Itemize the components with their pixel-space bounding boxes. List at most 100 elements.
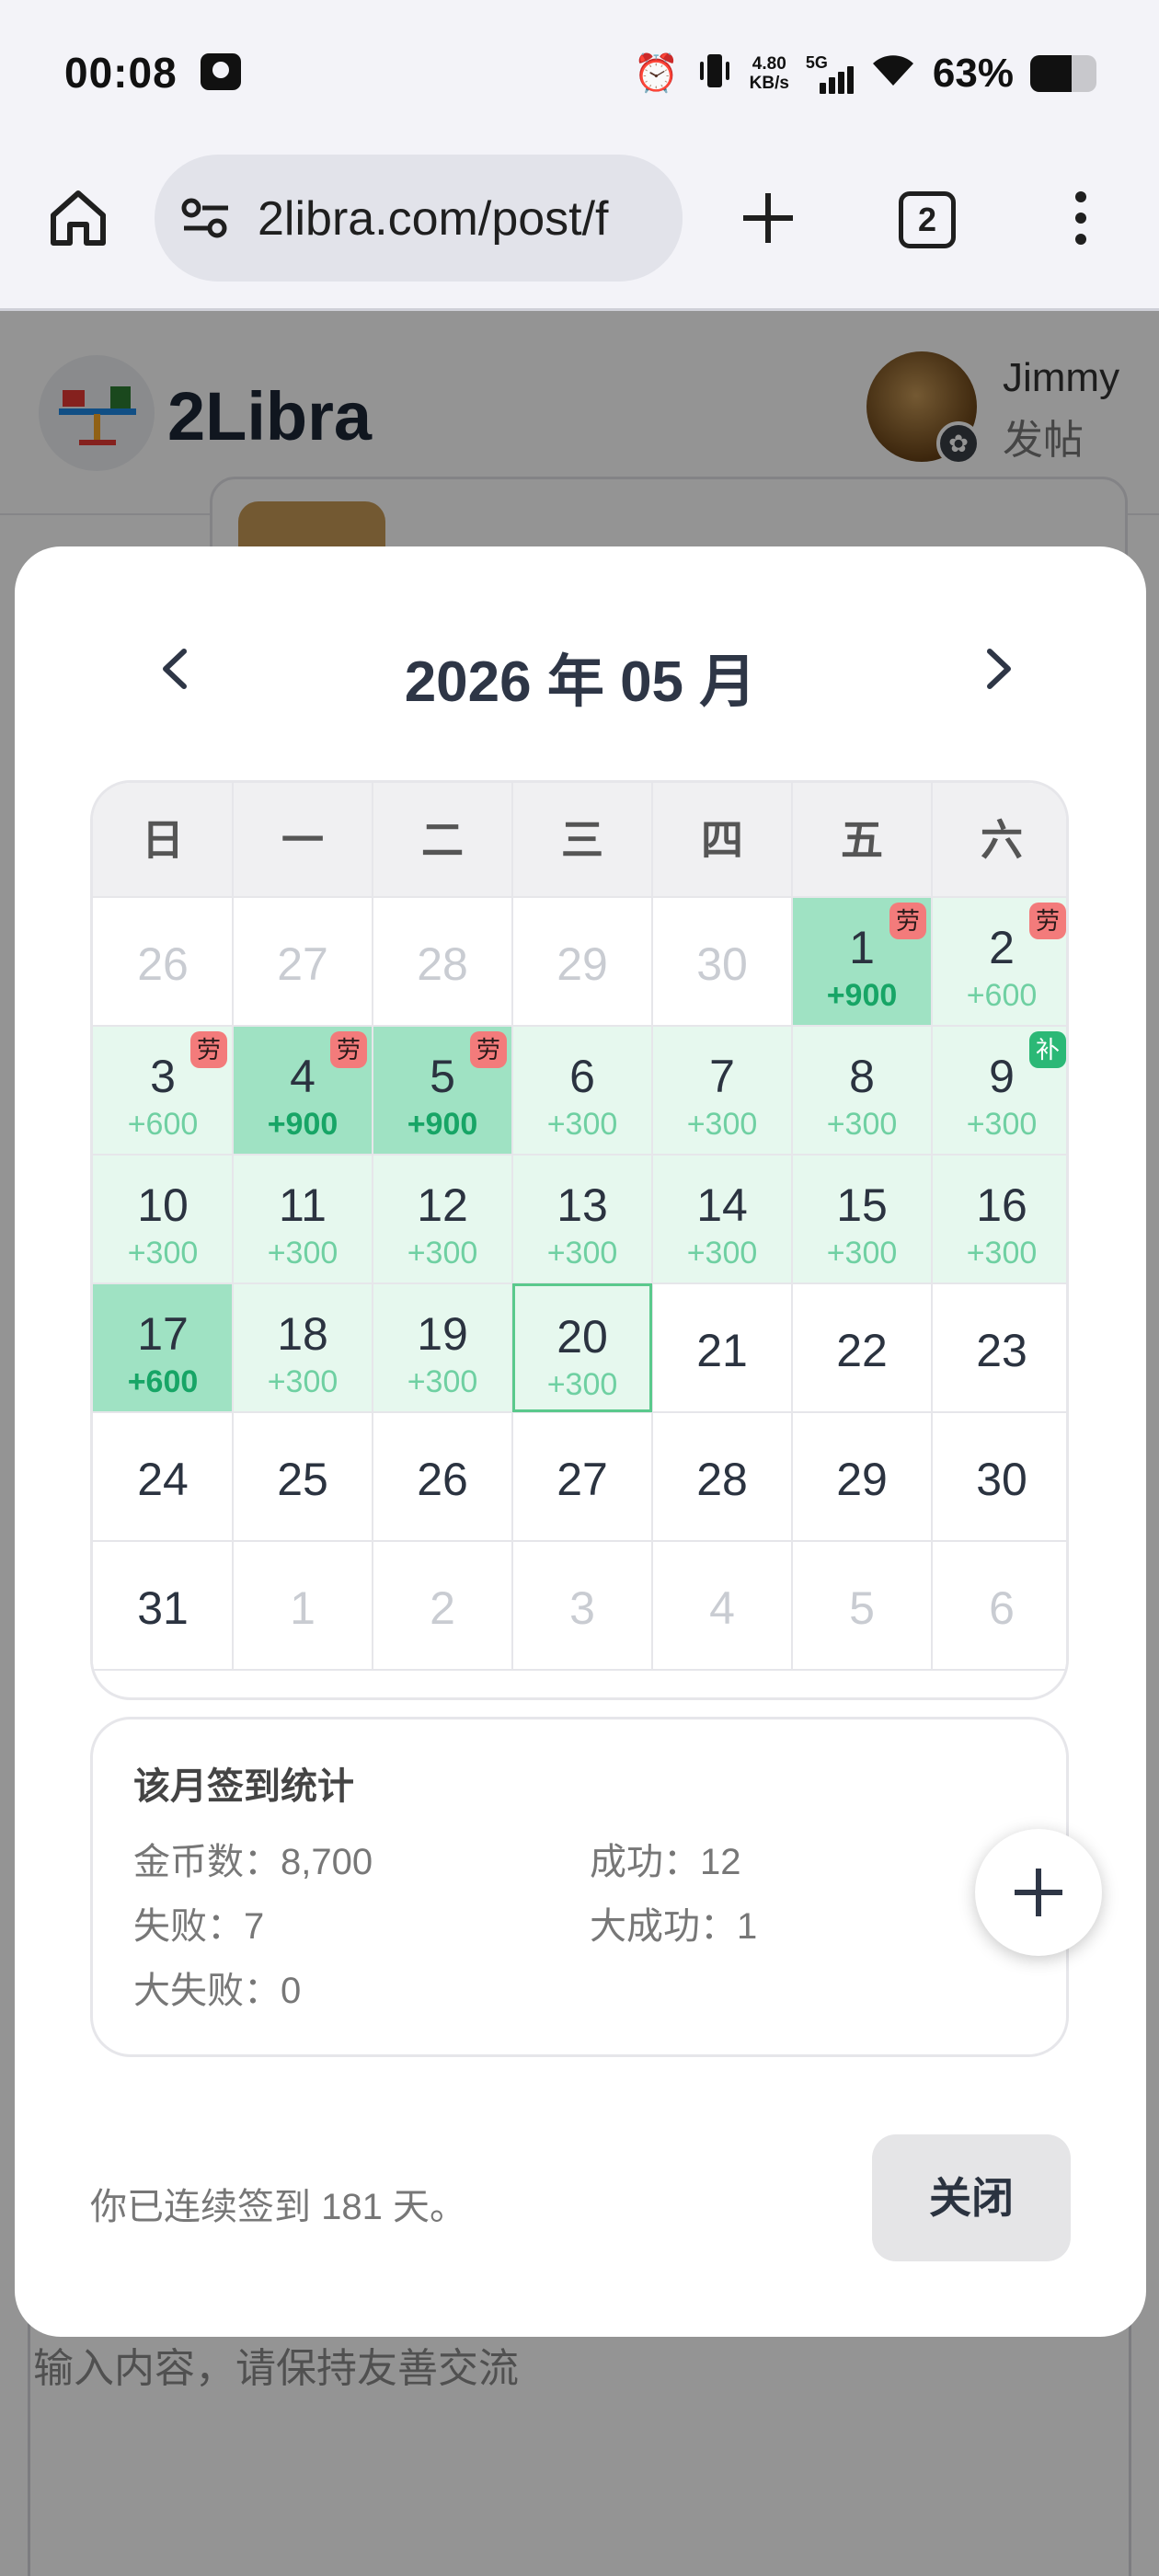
calendar-day[interactable]: 24 — [93, 1412, 233, 1541]
next-month-button[interactable] — [966, 637, 1030, 701]
calendar-day[interactable]: 6 — [932, 1541, 1066, 1670]
address-bar[interactable]: 2libra.com/post/f — [155, 155, 683, 282]
day-points: +300 — [546, 1367, 618, 1402]
grid-line — [93, 896, 1066, 898]
calendar-day[interactable]: 15 +300 — [792, 1155, 932, 1283]
calendar-day[interactable]: 28 — [373, 897, 512, 1026]
calendar-day[interactable]: 19 +300 — [373, 1283, 512, 1412]
day-number: 15 — [836, 1179, 888, 1231]
weekday-label: 六 — [981, 816, 1023, 864]
day-number: 18 — [277, 1308, 328, 1360]
day-number: 26 — [137, 938, 189, 990]
day-points: +300 — [127, 1236, 199, 1271]
holiday-badge: 劳 — [1029, 903, 1066, 939]
day-number: 7 — [709, 1051, 735, 1102]
stat-big-success: 大成功：1 — [590, 1906, 758, 1947]
calendar-day[interactable]: 26 — [373, 1412, 512, 1541]
calendar-day[interactable]: 30 — [652, 897, 792, 1026]
close-button[interactable]: 关闭 — [872, 2134, 1071, 2261]
floating-add-button[interactable] — [975, 1829, 1102, 1956]
calendar-day[interactable]: 21 — [652, 1283, 792, 1412]
calendar-day[interactable]: 17 +600 — [93, 1283, 233, 1412]
browser-toolbar: 2libra.com/post/f 2 — [0, 147, 1159, 311]
day-number: 16 — [976, 1179, 1027, 1231]
calendar-day[interactable]: 5 +900 劳 — [373, 1026, 512, 1155]
day-number: 30 — [976, 1454, 1027, 1505]
weekday-label: 二 — [421, 816, 464, 864]
day-points: +300 — [546, 1236, 618, 1271]
day-number: 26 — [417, 1454, 468, 1505]
calendar-day[interactable]: 6 +300 — [512, 1026, 652, 1155]
calendar-day[interactable]: 8 +300 — [792, 1026, 932, 1155]
calendar-day[interactable]: 31 — [93, 1541, 233, 1670]
stat-success: 成功：12 — [590, 1842, 741, 1882]
day-number: 27 — [557, 1454, 608, 1505]
calendar-day[interactable]: 27 — [512, 1412, 652, 1541]
day-points: +300 — [407, 1236, 478, 1271]
day-points: +900 — [267, 1107, 339, 1142]
site-settings-icon[interactable] — [180, 195, 232, 241]
weekday-label: 日 — [142, 816, 184, 864]
day-number: 3 — [569, 1582, 595, 1634]
day-points: +300 — [546, 1107, 618, 1142]
calendar-day[interactable]: 2 +600 劳 — [932, 897, 1066, 1026]
calendar-day[interactable]: 14 +300 — [652, 1155, 792, 1283]
day-number: 8 — [849, 1051, 875, 1102]
calendar-day[interactable]: 3 +600 劳 — [93, 1026, 233, 1155]
calendar-day[interactable]: 25 — [233, 1412, 373, 1541]
grid-line — [93, 1540, 1066, 1542]
battery-icon — [1030, 55, 1096, 92]
home-icon[interactable] — [46, 186, 110, 250]
calendar-day[interactable]: 4 — [652, 1541, 792, 1670]
holiday-badge: 劳 — [190, 1031, 227, 1068]
calendar-day[interactable]: 22 — [792, 1283, 932, 1412]
calendar-day[interactable]: 16 +300 — [932, 1155, 1066, 1283]
day-number: 20 — [557, 1311, 608, 1363]
calendar-day[interactable]: 3 — [512, 1541, 652, 1670]
holiday-badge: 劳 — [330, 1031, 367, 1068]
calendar-day[interactable]: 18 +300 — [233, 1283, 373, 1412]
calendar-day[interactable]: 23 — [932, 1283, 1066, 1412]
calendar-day[interactable]: 26 — [93, 897, 233, 1026]
more-menu-icon[interactable] — [1058, 186, 1104, 250]
weekday-label: 一 — [281, 816, 324, 864]
holiday-badge: 劳 — [889, 903, 926, 939]
calendar-day[interactable]: 1 +900 劳 — [792, 897, 932, 1026]
calendar-day[interactable]: 5 — [792, 1541, 932, 1670]
day-number: 11 — [279, 1179, 327, 1231]
calendar-day[interactable]: 7 +300 — [652, 1026, 792, 1155]
calendar-day[interactable]: 9 +300 补 — [932, 1026, 1066, 1155]
day-number: 27 — [277, 938, 328, 990]
day-number: 24 — [137, 1454, 189, 1505]
calendar-day[interactable]: 29 — [512, 897, 652, 1026]
calendar-day[interactable]: 1 — [233, 1541, 373, 1670]
net-speed-unit: KB/s — [749, 74, 789, 93]
status-time: 00:08 — [64, 49, 178, 97]
day-points: +300 — [966, 1236, 1038, 1271]
calendar-day[interactable]: 12 +300 — [373, 1155, 512, 1283]
grid-line — [651, 783, 653, 1670]
stats-title: 该月签到统计 — [133, 1766, 354, 1807]
calendar-day[interactable]: 2 — [373, 1541, 512, 1670]
day-number: 28 — [417, 938, 468, 990]
calendar-day[interactable]: 30 — [932, 1412, 1066, 1541]
calendar-day[interactable]: 29 — [792, 1412, 932, 1541]
calendar-day-today[interactable]: 20 +300 — [512, 1283, 652, 1412]
calendar-day[interactable]: 11 +300 — [233, 1155, 373, 1283]
calendar-day[interactable]: 28 — [652, 1412, 792, 1541]
calendar-day[interactable]: 10 +300 — [93, 1155, 233, 1283]
weekday-label: 三 — [561, 816, 603, 864]
new-tab-icon[interactable] — [736, 186, 800, 250]
day-number: 2 — [430, 1582, 455, 1634]
tab-switcher-button[interactable]: 2 — [899, 191, 956, 248]
status-icons: ⏰ 4.80 KB/s 5G 63% — [634, 46, 1096, 101]
day-points: +600 — [966, 978, 1038, 1013]
checkin-calendar-modal: 2026 年 05 月 日一二三四五六 26 27 28 29 30 1 +900 劳 2 +60… — [15, 546, 1146, 2337]
calendar-day[interactable]: 27 — [233, 897, 373, 1026]
calendar-day[interactable]: 13 +300 — [512, 1155, 652, 1283]
url-text[interactable]: 2libra.com/post/f — [258, 191, 609, 247]
calendar-day[interactable]: 4 +900 劳 — [233, 1026, 373, 1155]
calendar-grid: 日 一 二 三 四 五 六 26 27 28 29 30 1 +900 劳 2 +600 劳 3 +600 劳 4 +90… — [90, 780, 1069, 1700]
day-points: +300 — [267, 1364, 339, 1399]
day-points: +900 — [826, 978, 898, 1013]
